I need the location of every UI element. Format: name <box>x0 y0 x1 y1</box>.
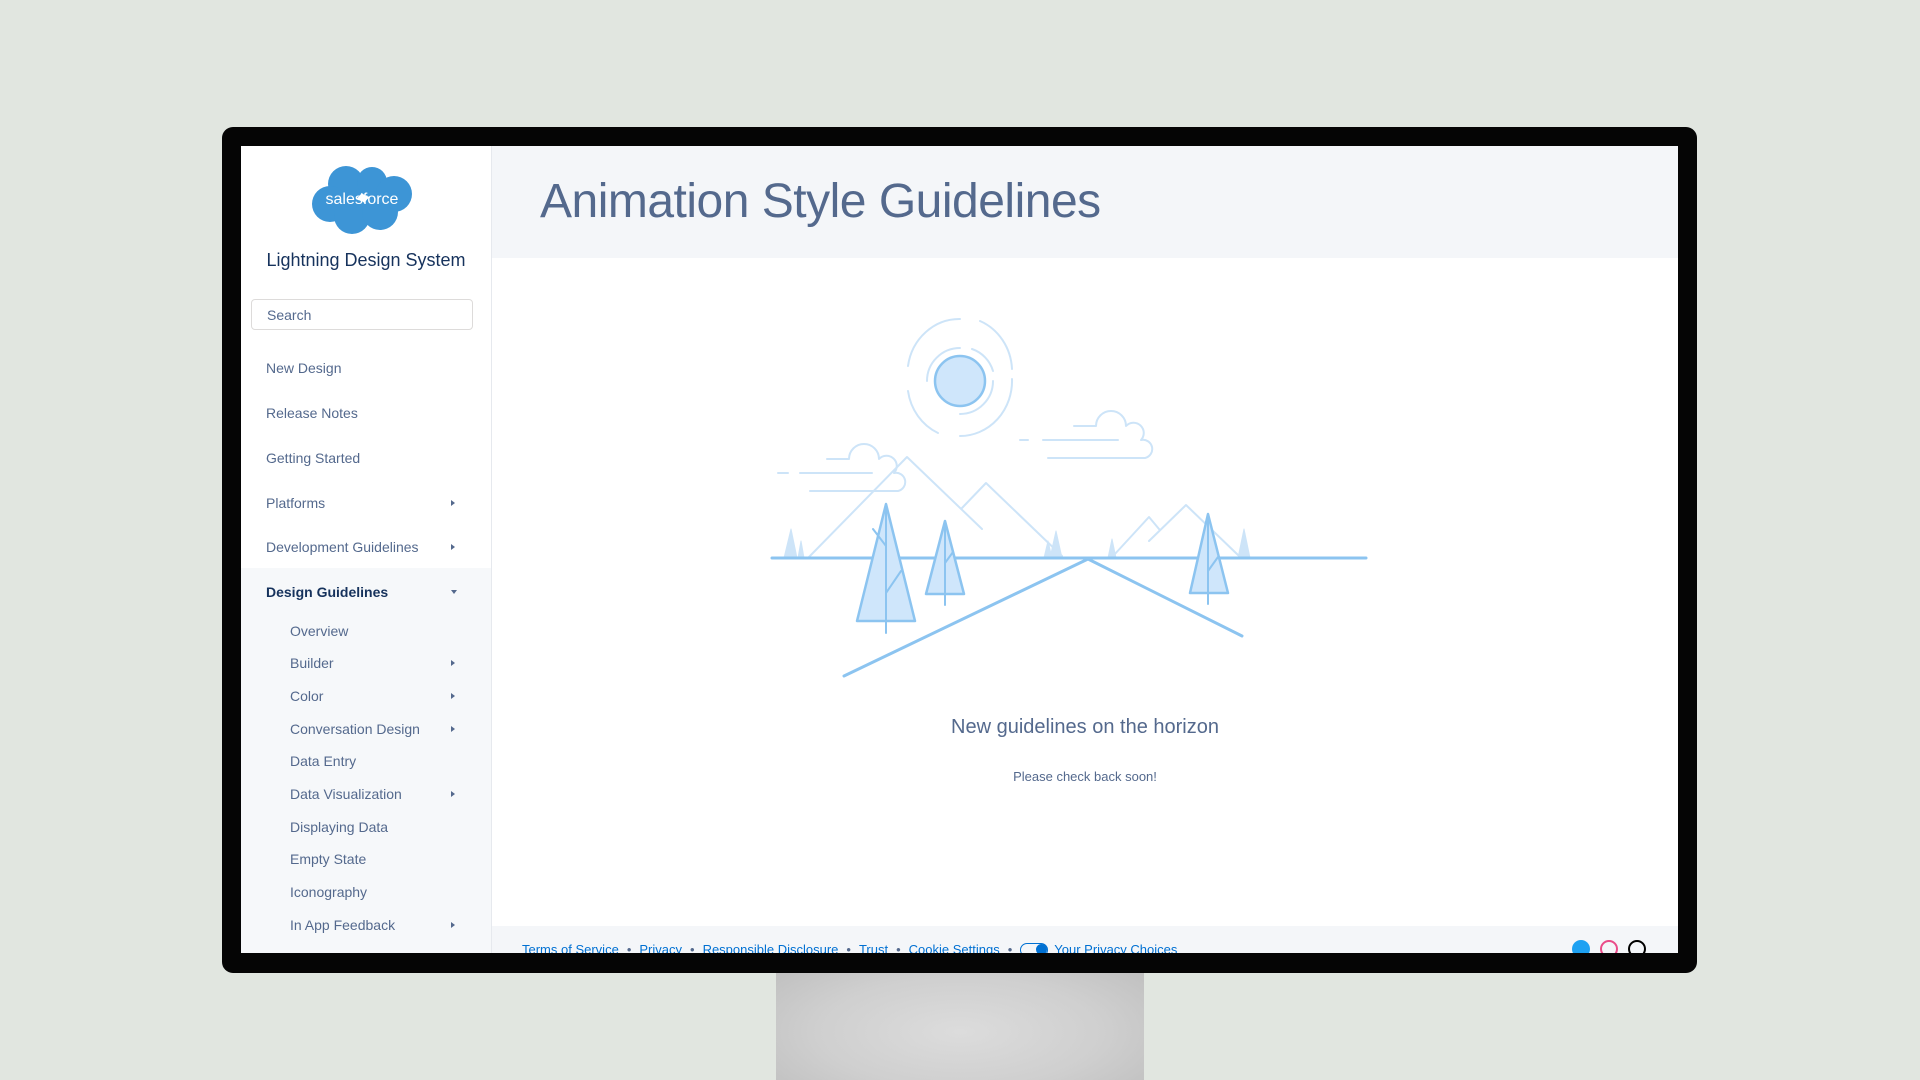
github-icon[interactable] <box>1628 940 1646 953</box>
twitter-icon[interactable] <box>1572 940 1590 953</box>
sidebar-item-displaying-data[interactable]: Displaying Data <box>241 812 491 842</box>
search-input[interactable] <box>251 299 473 330</box>
sidebar-item-label: Data Visualization <box>290 786 402 802</box>
empty-state-message: Please check back soon! <box>1013 769 1157 784</box>
sidebar-item-label: Builder <box>290 655 334 671</box>
sidebar-item-getting-started[interactable]: Getting Started <box>241 443 491 473</box>
chevron-right-icon[interactable] <box>451 791 455 797</box>
page-header: Animation Style Guidelines <box>492 146 1678 258</box>
monitor-frame: salesforce Lightning Design System New D… <box>222 127 1697 973</box>
sidebar-item-label: Getting Started <box>266 450 361 466</box>
social-links <box>1572 940 1646 953</box>
dribbble-icon[interactable] <box>1600 940 1618 953</box>
sidebar-item-in-app-feedback[interactable]: In App Feedback <box>241 910 491 940</box>
monitor-stand <box>776 960 1144 1080</box>
chevron-right-icon[interactable] <box>451 693 455 699</box>
privacy-choices-link[interactable]: Your Privacy Choices <box>1054 942 1177 953</box>
privacy-choices-icon <box>1020 942 1049 953</box>
chevron-right-icon[interactable] <box>451 726 455 732</box>
sidebar-item-data-visualization[interactable]: Data Visualization <box>241 779 491 809</box>
footer: Terms of Service • Privacy • Responsible… <box>492 926 1678 953</box>
sidebar-item-builder[interactable]: Builder <box>241 648 491 678</box>
sidebar-item-label: New Design <box>266 360 342 376</box>
separator: • <box>626 942 632 953</box>
sidebar-item-label: Data Entry <box>290 753 357 769</box>
chevron-right-icon[interactable] <box>451 660 455 666</box>
sidebar-item-label: Iconography <box>290 884 368 900</box>
separator: • <box>896 942 901 953</box>
sidebar-item-label: Platforms <box>266 495 326 511</box>
separator: • <box>1007 942 1013 953</box>
svg-text:salesforce: salesforce <box>326 191 399 208</box>
chevron-right-icon[interactable] <box>451 922 455 928</box>
sidebar-item-label: In App Feedback <box>290 917 396 933</box>
trust-link[interactable]: Trust <box>859 942 888 953</box>
sidebar-item-data-entry[interactable]: Data Entry <box>241 746 491 776</box>
sidebar-item-label: Overview <box>290 623 349 639</box>
sidebar: salesforce Lightning Design System New D… <box>241 146 492 953</box>
footer-links: Terms of Service • Privacy • Responsible… <box>522 942 1177 953</box>
sidebar-item-overview[interactable]: Overview <box>241 616 491 646</box>
sun-icon <box>933 354 987 408</box>
sidebar-item-iconography[interactable]: Iconography <box>241 877 491 907</box>
sidebar-item-conversation-design[interactable]: Conversation Design <box>241 714 491 744</box>
sidebar-item-label: Color <box>290 688 324 704</box>
screen: salesforce Lightning Design System New D… <box>241 146 1678 953</box>
chevron-right-icon[interactable] <box>451 500 455 506</box>
brand-title: Lightning Design System <box>266 250 466 270</box>
chevron-right-icon[interactable] <box>451 544 455 550</box>
separator: • <box>690 942 695 953</box>
sidebar-item-label: Empty State <box>290 851 367 867</box>
sidebar-item-label: Design Guidelines <box>266 584 389 600</box>
sidebar-item-label: Conversation Design <box>290 721 420 737</box>
sidebar-item-design-guidelines[interactable]: Design Guidelines <box>241 577 491 607</box>
page-title: Animation Style Guidelines <box>540 175 1101 228</box>
mountains-horizon-illustration <box>770 317 1368 678</box>
main-content: Animation Style Guidelines New guideline… <box>492 146 1678 953</box>
sidebar-item-empty-state[interactable]: Empty State <box>241 844 491 874</box>
empty-state-heading: New guidelines on the horizon <box>951 716 1219 738</box>
sidebar-item-label: Development Guidelines <box>266 539 419 555</box>
separator: • <box>846 942 851 953</box>
sidebar-item-release-notes[interactable]: Release Notes <box>241 398 491 428</box>
sidebar-item-label: Release Notes <box>266 405 358 421</box>
salesforce-logo[interactable]: salesforce <box>310 164 414 236</box>
sidebar-item-new-design[interactable]: New Design <box>241 353 491 383</box>
privacy-link[interactable]: Privacy <box>639 942 682 953</box>
sidebar-item-color[interactable]: Color <box>241 681 491 711</box>
sidebar-item-label: Displaying Data <box>290 819 389 835</box>
chevron-down-icon[interactable] <box>451 590 457 594</box>
sidebar-item-platforms[interactable]: Platforms <box>241 488 491 518</box>
terms-link[interactable]: Terms of Service <box>522 942 619 953</box>
sidebar-item-development-guidelines[interactable]: Development Guidelines <box>241 532 491 562</box>
cloud-icon: salesforce <box>312 166 412 234</box>
cookie-settings-link[interactable]: Cookie Settings <box>909 942 1000 953</box>
responsible-disclosure-link[interactable]: Responsible Disclosure <box>703 942 839 953</box>
